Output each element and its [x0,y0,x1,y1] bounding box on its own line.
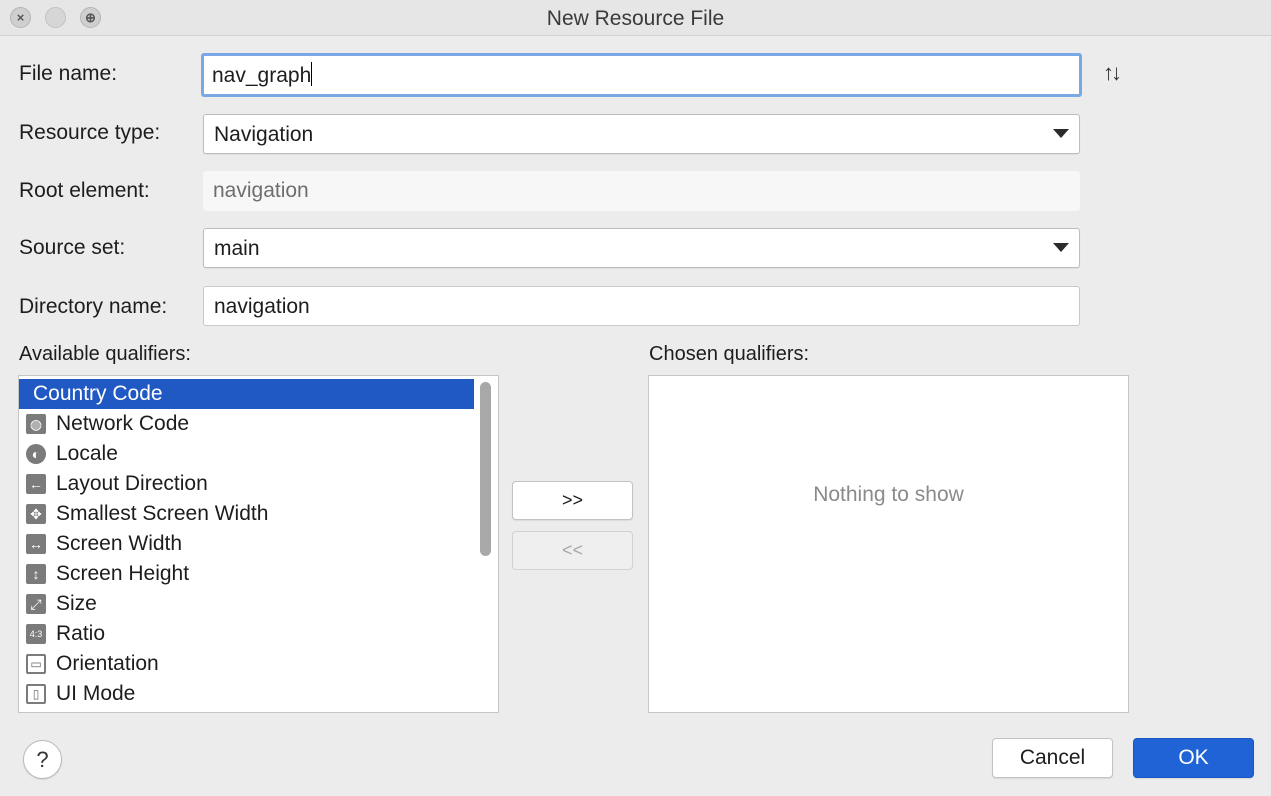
available-qualifiers-list[interactable]: Country Code ◍ Network Code ◐ Locale ← Layo… [18,375,499,713]
list-item-label: Screen Height [56,562,190,585]
remove-qualifier-button[interactable]: << [512,531,633,570]
list-item-screen-height[interactable]: ↕ Screen Height [19,559,474,589]
screen-width-icon: ↔ [26,534,46,554]
file-name-input[interactable]: nav_graph [201,53,1082,97]
root-element-value: navigation [213,179,309,202]
network-code-icon: ◍ [26,414,46,434]
root-element-field: navigation [203,171,1080,211]
source-set-label: Source set: [19,236,126,259]
available-qualifiers-label: Available qualifiers: [19,343,191,365]
list-item-country-code[interactable]: Country Code [19,379,474,409]
empty-state-text: Nothing to show [813,483,964,506]
screen-height-icon: ↕ [26,564,46,584]
chevron-down-icon [1053,243,1069,252]
size-icon: ⤢ [26,594,46,614]
scrollbar-thumb[interactable] [480,382,491,556]
file-name-label: File name: [19,62,118,85]
resource-type-value: Navigation [214,123,314,146]
list-item-layout-direction[interactable]: ← Layout Direction [19,469,474,499]
source-set-value: main [214,237,260,260]
globe-icon: ◐ [26,444,46,464]
list-item-label: Smallest Screen Width [56,502,269,525]
chosen-qualifiers-list[interactable]: Nothing to show [648,375,1129,713]
directory-name-input[interactable]: navigation [203,286,1080,326]
chosen-qualifiers-label: Chosen qualifiers: [649,343,810,365]
resource-type-label: Resource type: [19,121,161,144]
list-item-label: Locale [56,442,118,465]
list-item-label: Screen Width [56,532,183,555]
list-item-ratio[interactable]: 4:3 Ratio [19,619,474,649]
root-element-label: Root element: [19,179,150,202]
sort-icon[interactable]: ↑↓ [1103,60,1122,86]
ok-button[interactable]: OK [1133,738,1254,778]
file-name-value: nav_graph [212,64,312,87]
list-item-label: Country Code [33,382,163,405]
ui-mode-icon: ▯ [26,684,46,704]
list-item-label: UI Mode [56,682,136,705]
available-list-scrollbar[interactable] [478,378,492,708]
directory-name-value: navigation [214,295,310,318]
list-item-label: Orientation [56,652,159,675]
cancel-button[interactable]: Cancel [992,738,1113,778]
smallest-screen-width-icon: ✥ [26,504,46,524]
title-bar: × ⊕ New Resource File [0,0,1271,36]
text-caret [311,62,313,86]
list-item-locale[interactable]: ◐ Locale [19,439,474,469]
help-button[interactable]: ? [23,740,62,779]
list-item-ui-mode[interactable]: ▯ UI Mode [19,679,474,709]
list-item-size[interactable]: ⤢ Size [19,589,474,619]
add-qualifier-button[interactable]: >> [512,481,633,520]
list-item-label: Ratio [56,622,106,645]
list-item-orientation[interactable]: ▭ Orientation [19,649,474,679]
list-item-label: Network Code [56,412,190,435]
list-item-smallest-screen-width[interactable]: ✥ Smallest Screen Width [19,499,474,529]
source-set-dropdown[interactable]: main [203,228,1080,268]
window-title: New Resource File [546,7,725,30]
ratio-icon: 4:3 [26,624,46,644]
chevron-down-icon [1053,129,1069,138]
list-item-label: Layout Direction [56,472,208,495]
orientation-icon: ▭ [26,654,46,674]
directory-name-label: Directory name: [19,295,168,318]
layout-direction-icon: ← [26,474,46,494]
list-item-screen-width[interactable]: ↔ Screen Width [19,529,474,559]
list-item-network-code[interactable]: ◍ Network Code [19,409,474,439]
resource-type-dropdown[interactable]: Navigation [203,114,1080,154]
list-item-label: Size [56,592,97,615]
